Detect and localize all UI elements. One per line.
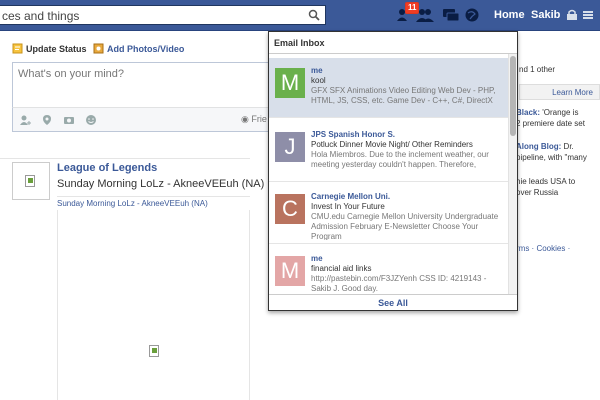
- tag-people-icon[interactable]: [19, 114, 31, 126]
- sender-avatar: C: [275, 194, 305, 224]
- add-photos-tab[interactable]: Add Photos/Video: [93, 43, 184, 54]
- inbox-message[interactable]: J JPS Spanish Honor S. Potluck Dinner Mo…: [269, 122, 508, 182]
- message-sender: JPS Spanish Honor S.: [311, 130, 396, 139]
- story-separator: [57, 196, 250, 197]
- trending-item[interactable]: Along Blog: Dr.: [516, 142, 574, 151]
- message-preview: GFX SFX Animations Video Editing Web Dev…: [311, 86, 496, 105]
- messages-icon[interactable]: [442, 7, 460, 23]
- top-bar: ces and things 11 Home Sakib: [0, 0, 600, 31]
- right-column-text: nd 1 other: [519, 65, 556, 74]
- message-subject: financial aid links: [311, 264, 372, 273]
- avatar-initial: M: [280, 258, 300, 283]
- inbox-message[interactable]: M me kool GFX SFX Animations Video Editi…: [269, 58, 508, 118]
- broken-image-icon: [149, 345, 159, 357]
- learn-more-button[interactable]: Learn More: [519, 84, 600, 100]
- audience-selector[interactable]: ◉ Frie: [241, 114, 267, 125]
- update-status-tab[interactable]: Update Status: [12, 43, 87, 54]
- trending-topic: Black:: [516, 108, 541, 117]
- avatar-initial: C: [282, 196, 298, 221]
- learn-more-label: Learn More: [552, 88, 593, 97]
- trending-text: 'Orange is: [540, 108, 579, 117]
- message-subject: Invest In Your Future: [311, 202, 385, 211]
- search-text: ces and things: [2, 9, 80, 23]
- story-title[interactable]: League of Legends: [57, 162, 157, 174]
- update-status-label: Update Status: [26, 44, 87, 54]
- friends-icon[interactable]: [416, 7, 434, 23]
- email-inbox-dropdown: Email Inbox M me kool GFX SFX Animations…: [268, 31, 518, 311]
- add-photos-label: Add Photos/Video: [107, 44, 185, 54]
- trending-item[interactable]: Black: 'Orange is: [516, 108, 578, 117]
- trending-text-line: over Russia: [516, 188, 559, 197]
- story-subtitle: Sunday Morning LoLz - AkneeVEEuh (NA): [57, 178, 265, 190]
- sender-avatar: J: [275, 132, 305, 162]
- trending-text: Dr.: [561, 142, 574, 151]
- inbox-scrollbar[interactable]: [508, 54, 517, 294]
- message-sender: me: [311, 254, 323, 263]
- status-icon: [12, 43, 23, 54]
- feeling-icon[interactable]: [85, 114, 97, 126]
- status-placeholder: What's on your mind?: [18, 68, 125, 80]
- inbox-header: Email Inbox: [269, 32, 517, 54]
- story-media[interactable]: [57, 210, 250, 400]
- message-preview: Hola Miembros. Due to the inclement weat…: [311, 150, 489, 169]
- profile-link[interactable]: Sakib: [531, 9, 560, 21]
- broken-image-icon: [25, 175, 35, 187]
- composer-toolbar: ◉ Frie: [12, 107, 282, 132]
- inbox-message-list: M me kool GFX SFX Animations Video Editi…: [269, 54, 517, 294]
- search-icon[interactable]: [308, 9, 320, 21]
- camera-icon[interactable]: [63, 114, 75, 126]
- message-preview: http://pastebin.com/F3JZYenh CSS ID: 421…: [311, 274, 487, 293]
- trending-topic: Along Blog:: [516, 142, 562, 151]
- avatar-initial: M: [280, 70, 300, 95]
- message-preview: CMU.edu Carnegie Mellon University Under…: [311, 212, 499, 240]
- story-link[interactable]: Sunday Morning LoLz - AkneeVEEuh (NA): [57, 199, 208, 208]
- inbox-footer: See All: [269, 294, 517, 311]
- message-sender: me: [311, 66, 323, 75]
- message-sender: Carnegie Mellon Uni.: [311, 192, 391, 201]
- home-link[interactable]: Home: [494, 9, 525, 21]
- globe-icon[interactable]: [464, 7, 482, 23]
- feed-divider: [0, 158, 250, 159]
- message-subject: Potluck Dinner Movie Night/ Other Remind…: [311, 140, 473, 149]
- search-input[interactable]: ces and things: [0, 5, 326, 25]
- avatar-initial: J: [284, 134, 296, 159]
- privacy-shortcuts-icon[interactable]: [566, 9, 578, 21]
- trending-text-line[interactable]: hie leads USA to: [516, 177, 575, 186]
- footer-links[interactable]: rms · Cookies ·: [516, 244, 570, 253]
- sender-avatar: M: [275, 256, 305, 286]
- inbox-message[interactable]: C Carnegie Mellon Uni. Invest In Your Fu…: [269, 184, 508, 244]
- page-avatar[interactable]: [12, 162, 50, 200]
- scrollbar-thumb[interactable]: [510, 56, 516, 136]
- trending-text-line: 2 premiere date set: [516, 119, 585, 128]
- location-icon[interactable]: [41, 114, 53, 126]
- message-subject: kool: [311, 76, 326, 85]
- inbox-title: Email Inbox: [274, 38, 325, 48]
- sender-avatar: M: [275, 68, 305, 98]
- trending-text-line: pipeline, with "many: [516, 153, 587, 162]
- see-all-link[interactable]: See All: [378, 298, 408, 308]
- settings-menu-icon[interactable]: [582, 9, 594, 21]
- photo-icon: [93, 43, 104, 54]
- audience-label: Frie: [251, 114, 267, 124]
- inbox-message[interactable]: M me financial aid links http://pastebin…: [269, 246, 508, 294]
